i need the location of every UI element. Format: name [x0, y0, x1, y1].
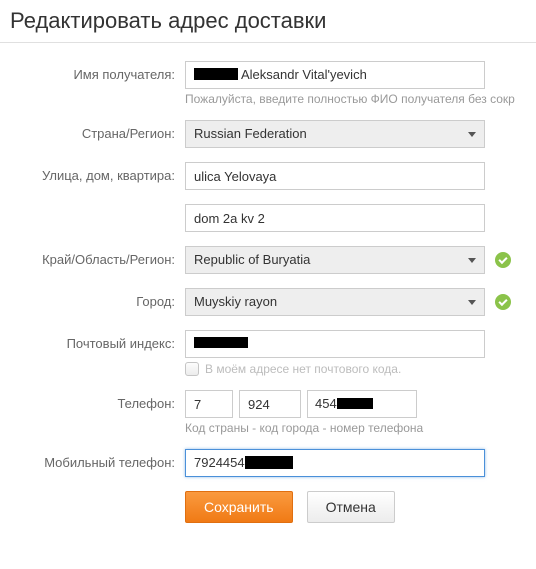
phone-help: Код страны - код города - номер телефона [185, 421, 526, 435]
postcode-input[interactable] [185, 330, 485, 358]
street1-input[interactable] [185, 162, 485, 190]
postcode-label: Почтовый индекс: [10, 330, 185, 351]
divider [0, 42, 536, 43]
region-value: Republic of Buryatia [194, 252, 310, 267]
check-ok-icon [495, 252, 511, 268]
no-postcode-checkbox[interactable] [185, 362, 199, 376]
address-form: Имя получателя: Aleksandr Vital'yevich П… [0, 61, 536, 543]
recipient-help: Пожалуйста, введите полностью ФИО получа… [185, 92, 526, 106]
street2-input[interactable] [185, 204, 485, 232]
page-title: Редактировать адрес доставки [10, 8, 536, 34]
city-value: Muyskiy rayon [194, 294, 277, 309]
country-select[interactable]: Russian Federation [185, 120, 485, 148]
city-select[interactable]: Muyskiy rayon [185, 288, 485, 316]
mobile-label: Мобильный телефон: [10, 449, 185, 470]
street-label: Улица, дом, квартира: [10, 162, 185, 183]
phone-label: Телефон: [10, 390, 185, 411]
no-postcode-label: В моём адресе нет почтового кода. [205, 362, 401, 376]
check-ok-icon [495, 294, 511, 310]
recipient-label: Имя получателя: [10, 61, 185, 82]
save-button[interactable]: Сохранить [185, 491, 293, 523]
recipient-input[interactable] [185, 61, 485, 89]
phone-number-input[interactable] [307, 390, 417, 418]
city-label: Город: [10, 288, 185, 309]
country-value: Russian Federation [194, 126, 307, 141]
cancel-button[interactable]: Отмена [307, 491, 395, 523]
country-label: Страна/Регион: [10, 120, 185, 141]
phone-country-input[interactable] [185, 390, 233, 418]
region-select[interactable]: Republic of Buryatia [185, 246, 485, 274]
mobile-input[interactable] [185, 449, 485, 477]
region-label: Край/Область/Регион: [10, 246, 185, 267]
phone-area-input[interactable] [239, 390, 301, 418]
